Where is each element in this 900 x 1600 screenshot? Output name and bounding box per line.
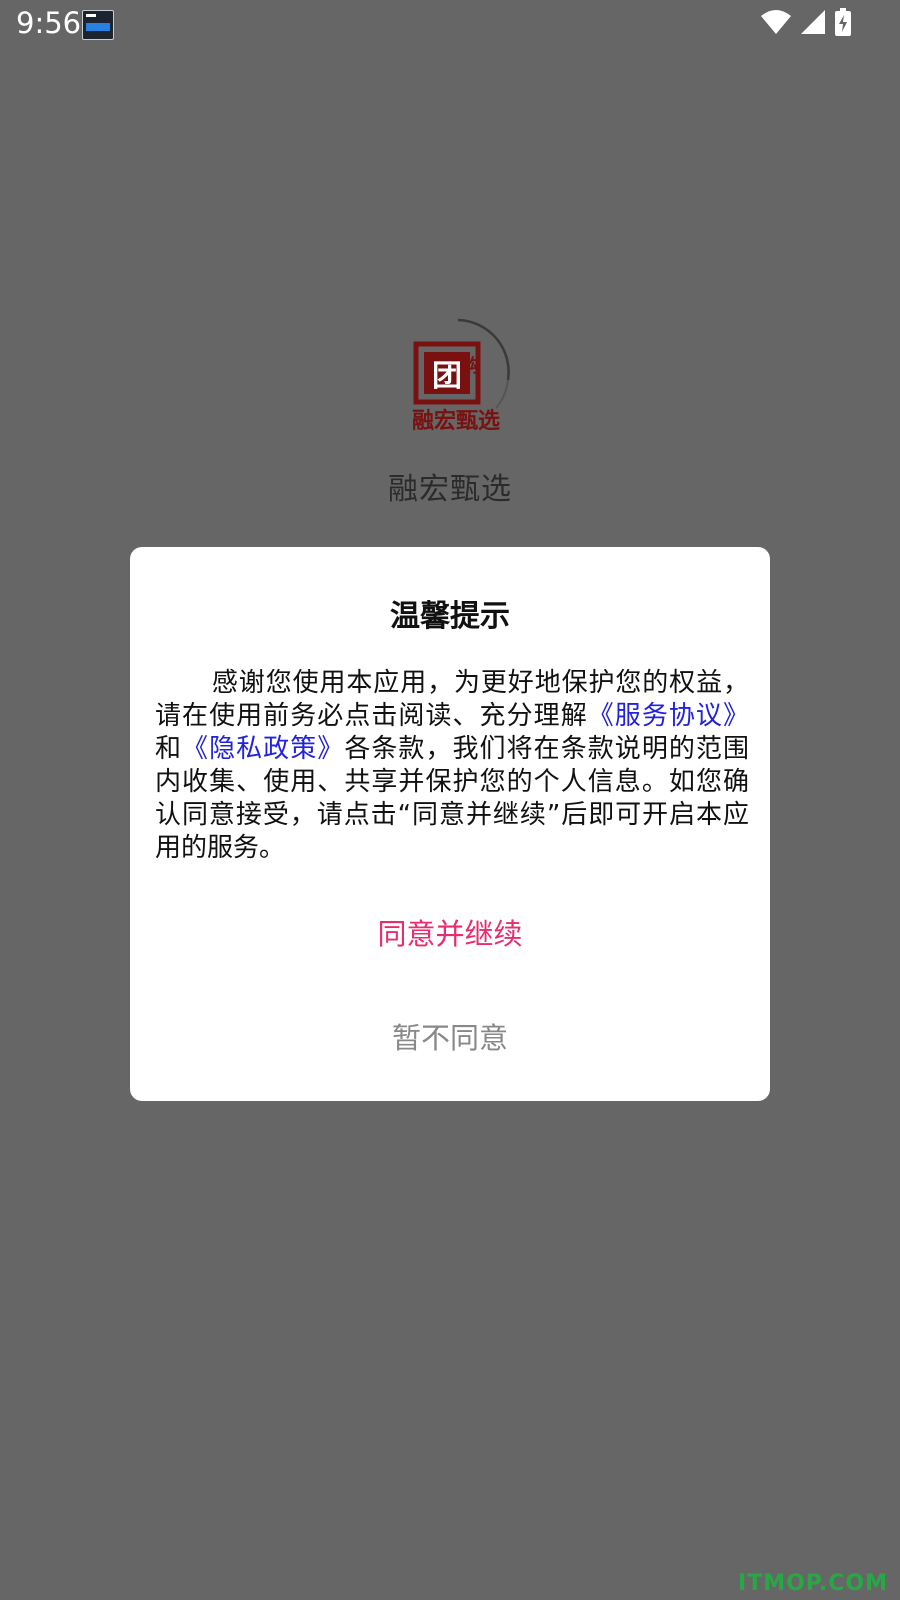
dialog-body: 感谢您使用本应用，为更好地保护您的权益，请在使用前务必点击阅读、充分理解《服务协…: [155, 667, 749, 865]
status-time: 9:56: [16, 6, 82, 40]
privacy-dialog: 温馨提示 感谢您使用本应用，为更好地保护您的权益，请在使用前务必点击阅读、充分理…: [130, 547, 770, 1101]
agree-continue-button[interactable]: 同意并继续: [130, 911, 770, 953]
system-icons: [760, 8, 852, 36]
body-text-and: 和: [155, 734, 183, 764]
app-logo: 团 购 融宏甄选: [396, 316, 516, 438]
app-name: 融宏甄选: [388, 472, 512, 507]
disagree-button[interactable]: 暂不同意: [130, 1015, 770, 1057]
signal-icon: [800, 9, 826, 35]
watermark: ITMOP.COM: [738, 1571, 888, 1596]
service-agreement-link[interactable]: 《服务协议》: [588, 701, 749, 731]
dialog-title: 温馨提示: [390, 599, 510, 634]
logo-brand-text: 融宏甄选: [412, 408, 500, 434]
wifi-icon: [760, 9, 792, 35]
logo-badge-text: 团: [432, 359, 462, 394]
logo-badge2-text: 购: [462, 355, 480, 377]
privacy-policy-link[interactable]: 《隐私政策》: [182, 734, 344, 764]
battery-charging-icon: [834, 8, 852, 36]
status-bar: 9:56: [0, 0, 900, 48]
notification-icon: [82, 10, 114, 40]
